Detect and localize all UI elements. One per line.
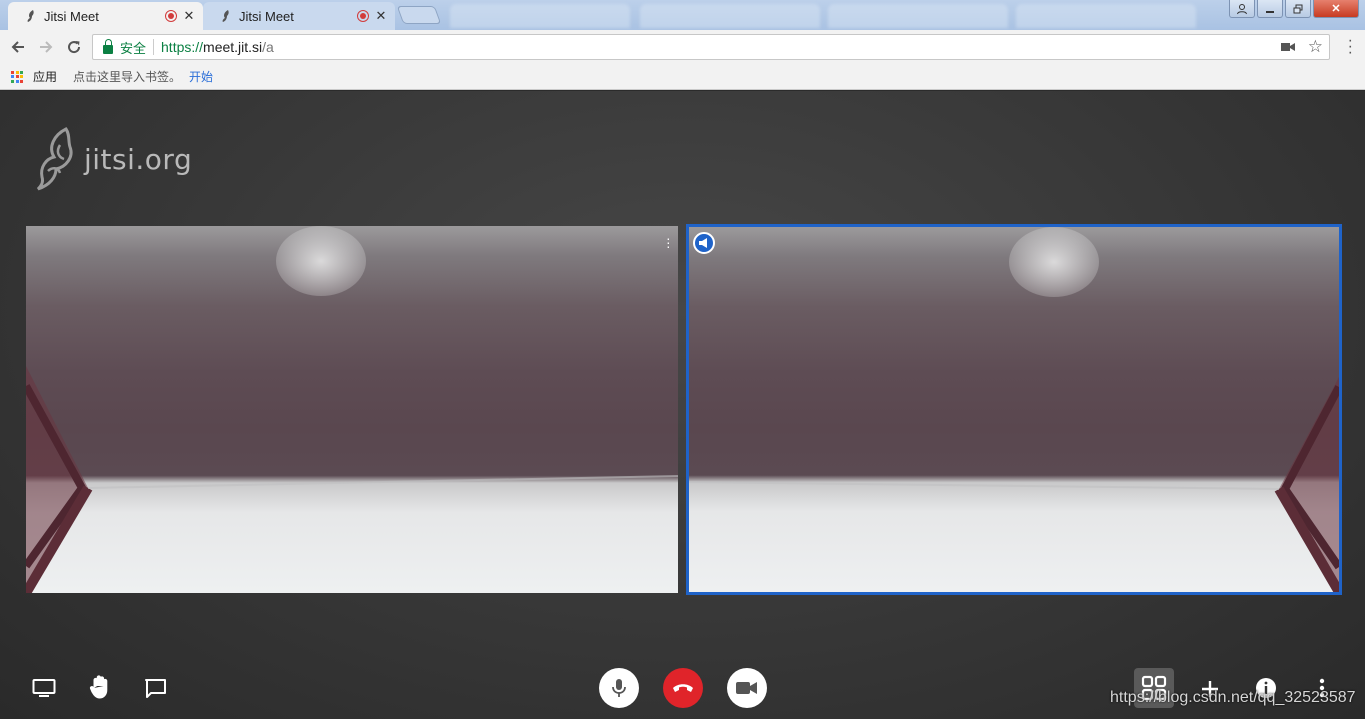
hangup-button[interactable] [663,668,703,708]
camera-button[interactable] [727,668,767,708]
microphone-icon [612,679,626,697]
microphone-button[interactable] [599,668,639,708]
apps-grid-icon[interactable] [11,70,23,83]
browser-menu-icon[interactable]: · · · [1348,33,1353,61]
address-separator [153,39,155,55]
dominant-speaker-icon [693,232,715,254]
bookmarks-bar: 应用 点击这里导入书签。 开始 [0,64,1365,90]
tile-menu-icon[interactable]: · · · [666,231,671,253]
back-arrow-icon[interactable] [6,35,30,59]
tab-title: Jitsi Meet [44,8,99,24]
video-frame [689,377,1339,592]
browser-tab-strip: Jitsi Meet ✕ Jitsi Meet ✕ ✕ [0,0,1365,30]
jitsi-watermark-logo[interactable]: jitsi.org [36,127,192,191]
jitsi-favicon-icon [27,10,34,22]
tab-title: Jitsi Meet [239,8,294,24]
tab-jitsi-meet[interactable]: Jitsi Meet ✕ [203,2,395,30]
reload-icon[interactable] [62,35,86,59]
import-bookmarks-hint: 点击这里导入书签。 [73,70,182,84]
browser-toolbar: 安全 https:// meet.jit.si /a ☆ · · · [0,30,1365,64]
minimize-icon[interactable] [1257,0,1283,18]
recording-indicator-icon [357,10,369,22]
secure-label: 安全 [120,40,147,56]
start-import-link[interactable]: 开始 [189,68,213,85]
conference-stage: jitsi.org · · · https://blog.csdn.net/qq… [0,91,1365,719]
jitsi-logo-icon [36,127,73,191]
remote-video-tile[interactable] [686,224,1342,595]
raise-hand-icon[interactable] [88,674,112,700]
blurred-tab[interactable] [1016,4,1196,28]
recording-indicator-icon [165,10,177,22]
lock-icon [103,38,113,54]
blurred-tab[interactable] [640,4,820,28]
user-profile-icon[interactable] [1229,0,1255,18]
screen-share-icon[interactable] [32,678,56,698]
window-controls: ✕ [1229,0,1359,18]
url-host: meet.jit.si [203,39,263,55]
restore-icon[interactable] [1285,0,1311,18]
blurred-tab[interactable] [450,4,630,28]
url-scheme: https:// [161,39,204,55]
video-frame [26,366,678,593]
logo-text: jitsi.org [84,142,193,176]
local-video-tile[interactable]: · · · [26,226,678,593]
forward-arrow-icon[interactable] [34,35,58,59]
close-window-icon[interactable]: ✕ [1313,0,1359,18]
close-tab-icon[interactable]: ✕ [183,8,195,24]
address-bar[interactable]: 安全 https:// meet.jit.si /a ☆ [92,34,1330,60]
video-camera-icon [736,682,757,694]
chat-icon[interactable] [144,678,168,700]
hangup-icon [673,684,693,692]
bookmark-star-icon[interactable]: ☆ [1308,37,1323,57]
close-tab-icon[interactable]: ✕ [375,8,387,24]
jitsi-favicon-icon [222,10,229,22]
url-path: /a [262,39,274,55]
tab-jitsi-meet-active[interactable]: Jitsi Meet ✕ [8,2,203,30]
new-tab-button[interactable] [396,6,442,24]
apps-bookmark[interactable]: 应用 [33,68,57,85]
camera-in-use-icon[interactable] [1281,41,1295,53]
blurred-tab[interactable] [828,4,1008,28]
blog-watermark: https://blog.csdn.net/qq_32523587 [1110,689,1356,706]
